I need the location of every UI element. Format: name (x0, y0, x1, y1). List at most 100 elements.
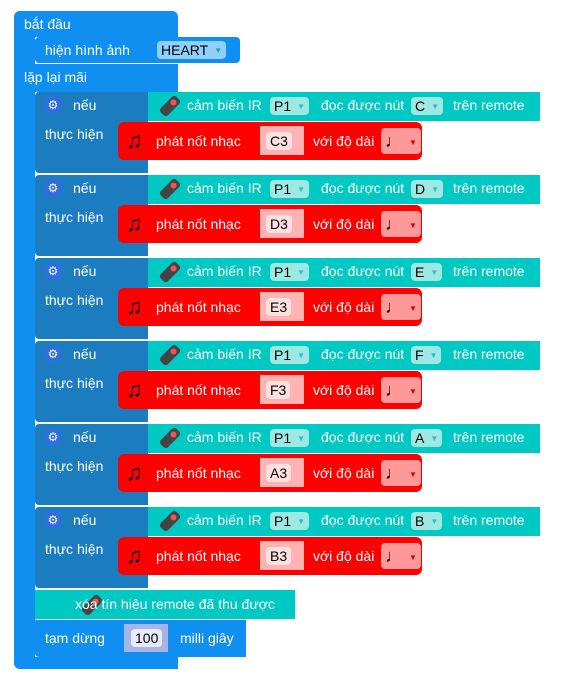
remote-icon (158, 509, 182, 533)
music-note-icon: ♫ (126, 128, 143, 153)
note-value[interactable]: F3 (266, 381, 291, 399)
condition-prefix: cảm biến IR (187, 97, 262, 113)
duration-dropdown[interactable]: ♩ ▼ (381, 294, 421, 320)
button-dropdown[interactable]: A ▼ (411, 429, 443, 447)
if-label: nếu (73, 263, 97, 279)
pause-block[interactable]: tạm dừng 100 milli giây (35, 620, 246, 657)
play-label: phát nốt nhạc (156, 382, 241, 398)
play-label: phát nốt nhạc (156, 216, 241, 232)
gear-icon[interactable]: ⚙ (45, 263, 61, 279)
play-note-block[interactable]: ♫ phát nốt nhạc E3 với độ dài ♩ ▼ (118, 288, 422, 326)
remote-icon (158, 94, 182, 118)
note-value[interactable]: B3 (266, 547, 292, 565)
if-label: nếu (73, 346, 97, 362)
music-note-icon: ♫ (126, 294, 143, 319)
ir-condition-block[interactable]: cảm biến IR P1 ▼ đọc được nút D ▼ trên rem… (148, 175, 540, 204)
condition-middle: đọc được nút (321, 512, 405, 528)
remote-icon (158, 343, 182, 367)
clear-remote-block[interactable]: xóa tín hiệu remote đã thu được (35, 590, 295, 619)
button-dropdown[interactable]: F ▼ (411, 346, 442, 364)
loop-bottom (14, 657, 178, 669)
condition-middle: đọc được nút (321, 263, 405, 279)
gear-icon[interactable]: ⚙ (45, 180, 61, 196)
duration-dropdown[interactable]: ♩ ▼ (381, 211, 421, 237)
note-value[interactable]: C3 (266, 132, 292, 150)
play-label: phát nốt nhạc (156, 299, 241, 315)
condition-middle: đọc được nút (321, 97, 405, 113)
ir-condition-block[interactable]: cảm biến IR P1 ▼ đọc được nút B ▼ trên rem… (148, 507, 540, 536)
gear-icon[interactable]: ⚙ (45, 97, 61, 113)
start-frame (14, 36, 35, 669)
note-value[interactable]: E3 (266, 298, 292, 316)
condition-middle: đọc được nút (321, 180, 405, 196)
pin-dropdown[interactable]: P1 ▼ (270, 512, 310, 530)
music-note-icon: ♫ (126, 377, 143, 402)
ir-condition-block[interactable]: cảm biến IR P1 ▼ đọc được nút F ▼ trên rem… (148, 341, 540, 370)
duration-dropdown[interactable]: ♩ ▼ (381, 460, 421, 486)
pin-dropdown[interactable]: P1 ▼ (270, 346, 310, 364)
condition-prefix: cảm biến IR (187, 429, 262, 445)
remote-icon (158, 260, 182, 284)
play-note-block[interactable]: ♫ phát nốt nhạc B3 với độ dài ♩ ▼ (118, 537, 422, 575)
play-note-block[interactable]: ♫ phát nốt nhạc D3 với độ dài ♩ ▼ (118, 205, 422, 243)
pause-label: tạm dừng (45, 630, 105, 646)
ir-condition-block[interactable]: cảm biến IR P1 ▼ đọc được nút A ▼ trên rem… (148, 424, 540, 453)
condition-suffix: trên remote (453, 512, 525, 528)
button-dropdown[interactable]: C ▼ (411, 97, 444, 115)
loop-label: lặp lại mãi (24, 69, 88, 85)
then-label: thực hiện (45, 126, 104, 142)
play-label: phát nốt nhạc (156, 465, 241, 481)
ir-condition-block[interactable]: cảm biến IR P1 ▼ đọc được nút E ▼ trên rem… (148, 258, 540, 287)
pin-dropdown[interactable]: P1 ▼ (270, 180, 310, 198)
button-dropdown[interactable]: B ▼ (411, 512, 443, 530)
condition-suffix: trên remote (453, 97, 525, 113)
gear-icon[interactable]: ⚙ (45, 512, 61, 528)
then-label: thực hiện (45, 209, 104, 225)
gear-icon[interactable]: ⚙ (45, 346, 61, 362)
if-label: nếu (73, 512, 97, 528)
show-image-label: hiện hình ảnh (45, 42, 130, 58)
duration-label: với độ dài (313, 299, 375, 315)
pause-value-input[interactable]: 100 (131, 629, 163, 647)
start-block[interactable]: bắt đầu (14, 11, 178, 37)
music-note-icon: ♫ (126, 543, 143, 568)
condition-prefix: cảm biến IR (187, 512, 262, 528)
pin-dropdown[interactable]: P1 ▼ (270, 263, 310, 281)
show-image-block[interactable]: hiện hình ảnh HEART ▼ (35, 37, 240, 63)
note-value[interactable]: D3 (266, 215, 292, 233)
play-note-block[interactable]: ♫ phát nốt nhạc F3 với độ dài ♩ ▼ (118, 371, 422, 409)
image-dropdown[interactable]: HEART ▼ (157, 41, 227, 59)
then-label: thực hiện (45, 541, 104, 557)
button-dropdown[interactable]: E ▼ (411, 263, 443, 281)
condition-suffix: trên remote (453, 180, 525, 196)
condition-middle: đọc được nút (321, 346, 405, 362)
if-label: nếu (73, 97, 97, 113)
start-label: bắt đầu (24, 16, 71, 32)
duration-dropdown[interactable]: ♩ ▼ (381, 377, 421, 403)
then-label: thực hiện (45, 375, 104, 391)
condition-suffix: trên remote (453, 346, 525, 362)
duration-dropdown[interactable]: ♩ ▼ (381, 128, 421, 154)
play-note-block[interactable]: ♫ phát nốt nhạc A3 với độ dài ♩ ▼ (118, 454, 422, 492)
gear-icon[interactable]: ⚙ (45, 429, 61, 445)
pin-dropdown[interactable]: P1 ▼ (270, 97, 310, 115)
duration-dropdown[interactable]: ♩ ▼ (381, 543, 421, 569)
loop-block[interactable]: lặp lại mãi (14, 64, 178, 92)
ir-condition-block[interactable]: cảm biến IR P1 ▼ đọc được nút C ▼ trên rem… (148, 92, 540, 121)
duration-label: với độ dài (313, 465, 375, 481)
then-label: thực hiện (45, 292, 104, 308)
if-label: nếu (73, 180, 97, 196)
duration-label: với độ dài (313, 133, 375, 149)
clear-label: xóa tín hiệu remote đã thu được (75, 596, 275, 612)
play-label: phát nốt nhạc (156, 548, 241, 564)
condition-suffix: trên remote (453, 429, 525, 445)
remote-icon (158, 177, 182, 201)
play-note-block[interactable]: ♫ phát nốt nhạc C3 với độ dài ♩ ▼ (118, 122, 422, 160)
note-value[interactable]: A3 (266, 464, 292, 482)
pin-dropdown[interactable]: P1 ▼ (270, 429, 310, 447)
button-dropdown[interactable]: D ▼ (411, 180, 444, 198)
duration-label: với độ dài (313, 548, 375, 564)
condition-prefix: cảm biến IR (187, 263, 262, 279)
condition-middle: đọc được nút (321, 429, 405, 445)
duration-label: với độ dài (313, 382, 375, 398)
